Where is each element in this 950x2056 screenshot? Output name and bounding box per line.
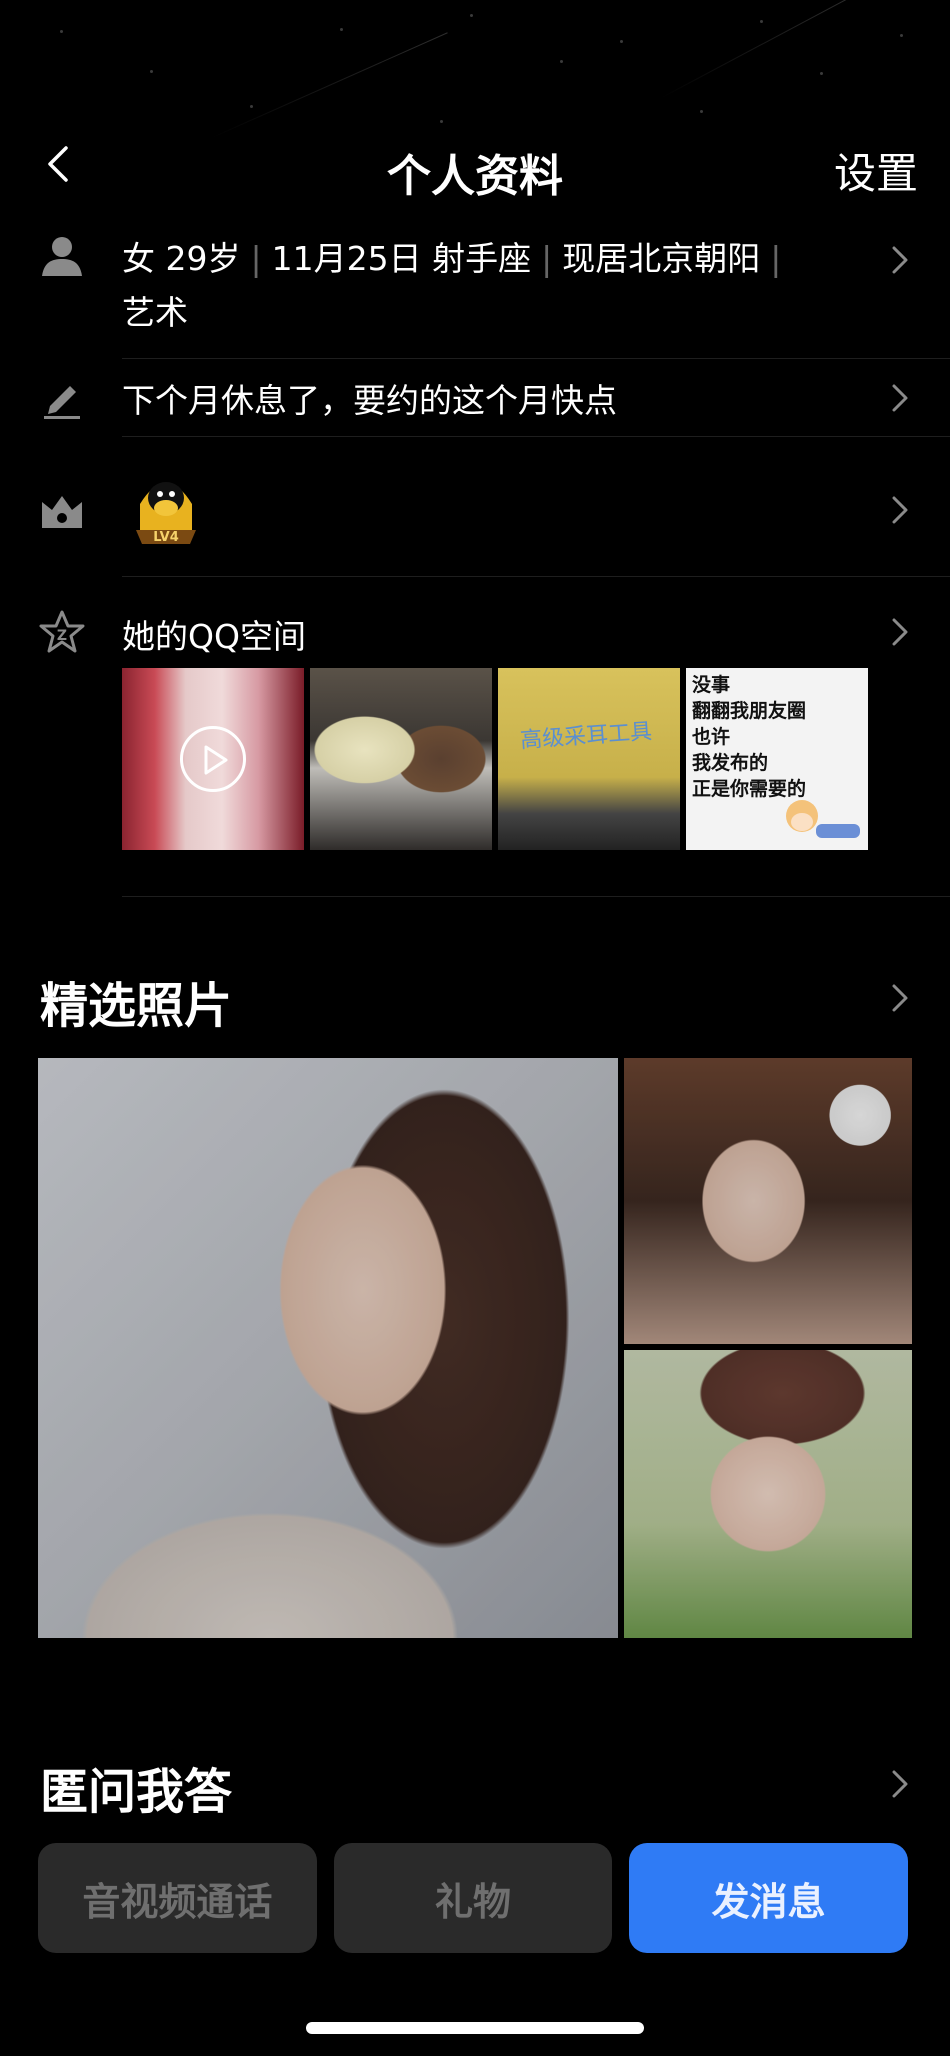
- home-indicator[interactable]: [306, 2022, 644, 2034]
- gender-text: 女: [122, 239, 155, 278]
- separator: |: [541, 239, 553, 278]
- divider: [122, 896, 950, 897]
- crown-icon: [42, 496, 82, 528]
- pencil-icon: [44, 386, 80, 419]
- separator: |: [770, 239, 782, 278]
- qq-level-badge-icon: LV4: [136, 482, 196, 545]
- thumbnail-text-line: 也许: [692, 726, 731, 748]
- chevron-right-icon[interactable]: [888, 980, 912, 1016]
- thumbnail-text-line: 翻翻我朋友圈: [692, 700, 807, 722]
- zodiac-text: 射手座: [432, 239, 532, 278]
- chevron-right-icon: [892, 246, 908, 274]
- video-call-button[interactable]: 音视频通话: [38, 1843, 317, 1953]
- thumbnail-text-line: 我发布的: [692, 752, 769, 774]
- age-text: 29岁: [165, 239, 241, 278]
- divider: [122, 576, 950, 577]
- play-icon: [180, 726, 246, 792]
- star-icon: Z: [39, 610, 85, 653]
- occupation-text: 艺术: [122, 293, 188, 332]
- chevron-right-icon: [892, 384, 908, 412]
- anonymous-qa-title: 匿问我答: [40, 1764, 233, 1820]
- featured-photo[interactable]: [38, 1058, 618, 1638]
- featured-photo[interactable]: [624, 1058, 912, 1344]
- location-text: 现居北京朝阳: [562, 239, 761, 278]
- featured-photo[interactable]: [624, 1350, 912, 1638]
- gift-button[interactable]: 礼物: [333, 1843, 613, 1953]
- settings-button[interactable]: 设置: [834, 140, 918, 201]
- qzone-tools-thumbnail[interactable]: 高级采耳工具: [498, 668, 680, 850]
- qzone-food-thumbnail[interactable]: [310, 668, 492, 850]
- qzone-title: 她的QQ空间: [122, 617, 306, 656]
- chevron-right-icon: [892, 496, 908, 524]
- cartoon-sticker: [786, 800, 860, 838]
- thumbnail-text-line: 没事: [692, 674, 731, 696]
- birthday-text: 11月25日: [271, 239, 422, 278]
- send-message-button[interactable]: 发消息: [629, 1843, 909, 1953]
- page-title: 个人资料: [387, 151, 563, 202]
- featured-photos-title: 精选照片: [40, 978, 233, 1034]
- chevron-right-icon: [892, 618, 908, 646]
- profile-info-text: 女 29岁 | 11月25日 射手座 | 现居北京朝阳 | 艺术: [122, 232, 842, 340]
- qzone-video-thumbnail[interactable]: [122, 668, 304, 850]
- featured-photos-grid: [38, 1058, 912, 1638]
- person-icon: [42, 237, 82, 276]
- chevron-right-icon[interactable]: [888, 1766, 912, 1802]
- qzone-text-thumbnail[interactable]: 没事 翻翻我朋友圈 也许 我发布的 正是你需要的: [686, 668, 868, 850]
- bottom-action-bar: 音视频通话 礼物 发消息: [38, 1843, 909, 1953]
- qzone-thumbnails: 高级采耳工具 没事 翻翻我朋友圈 也许 我发布的 正是你需要的: [122, 668, 868, 850]
- top-navigation-bar: 个人资料 设置: [0, 120, 950, 210]
- thumbnail-caption: 高级采耳工具: [519, 719, 653, 754]
- signature-text: 下个月休息了，要约的这个月快点: [122, 381, 617, 420]
- divider: [122, 436, 950, 437]
- svg-text:Z: Z: [57, 628, 67, 644]
- separator: |: [250, 239, 262, 278]
- level-badge-text: LV4: [153, 530, 179, 545]
- divider: [122, 358, 950, 359]
